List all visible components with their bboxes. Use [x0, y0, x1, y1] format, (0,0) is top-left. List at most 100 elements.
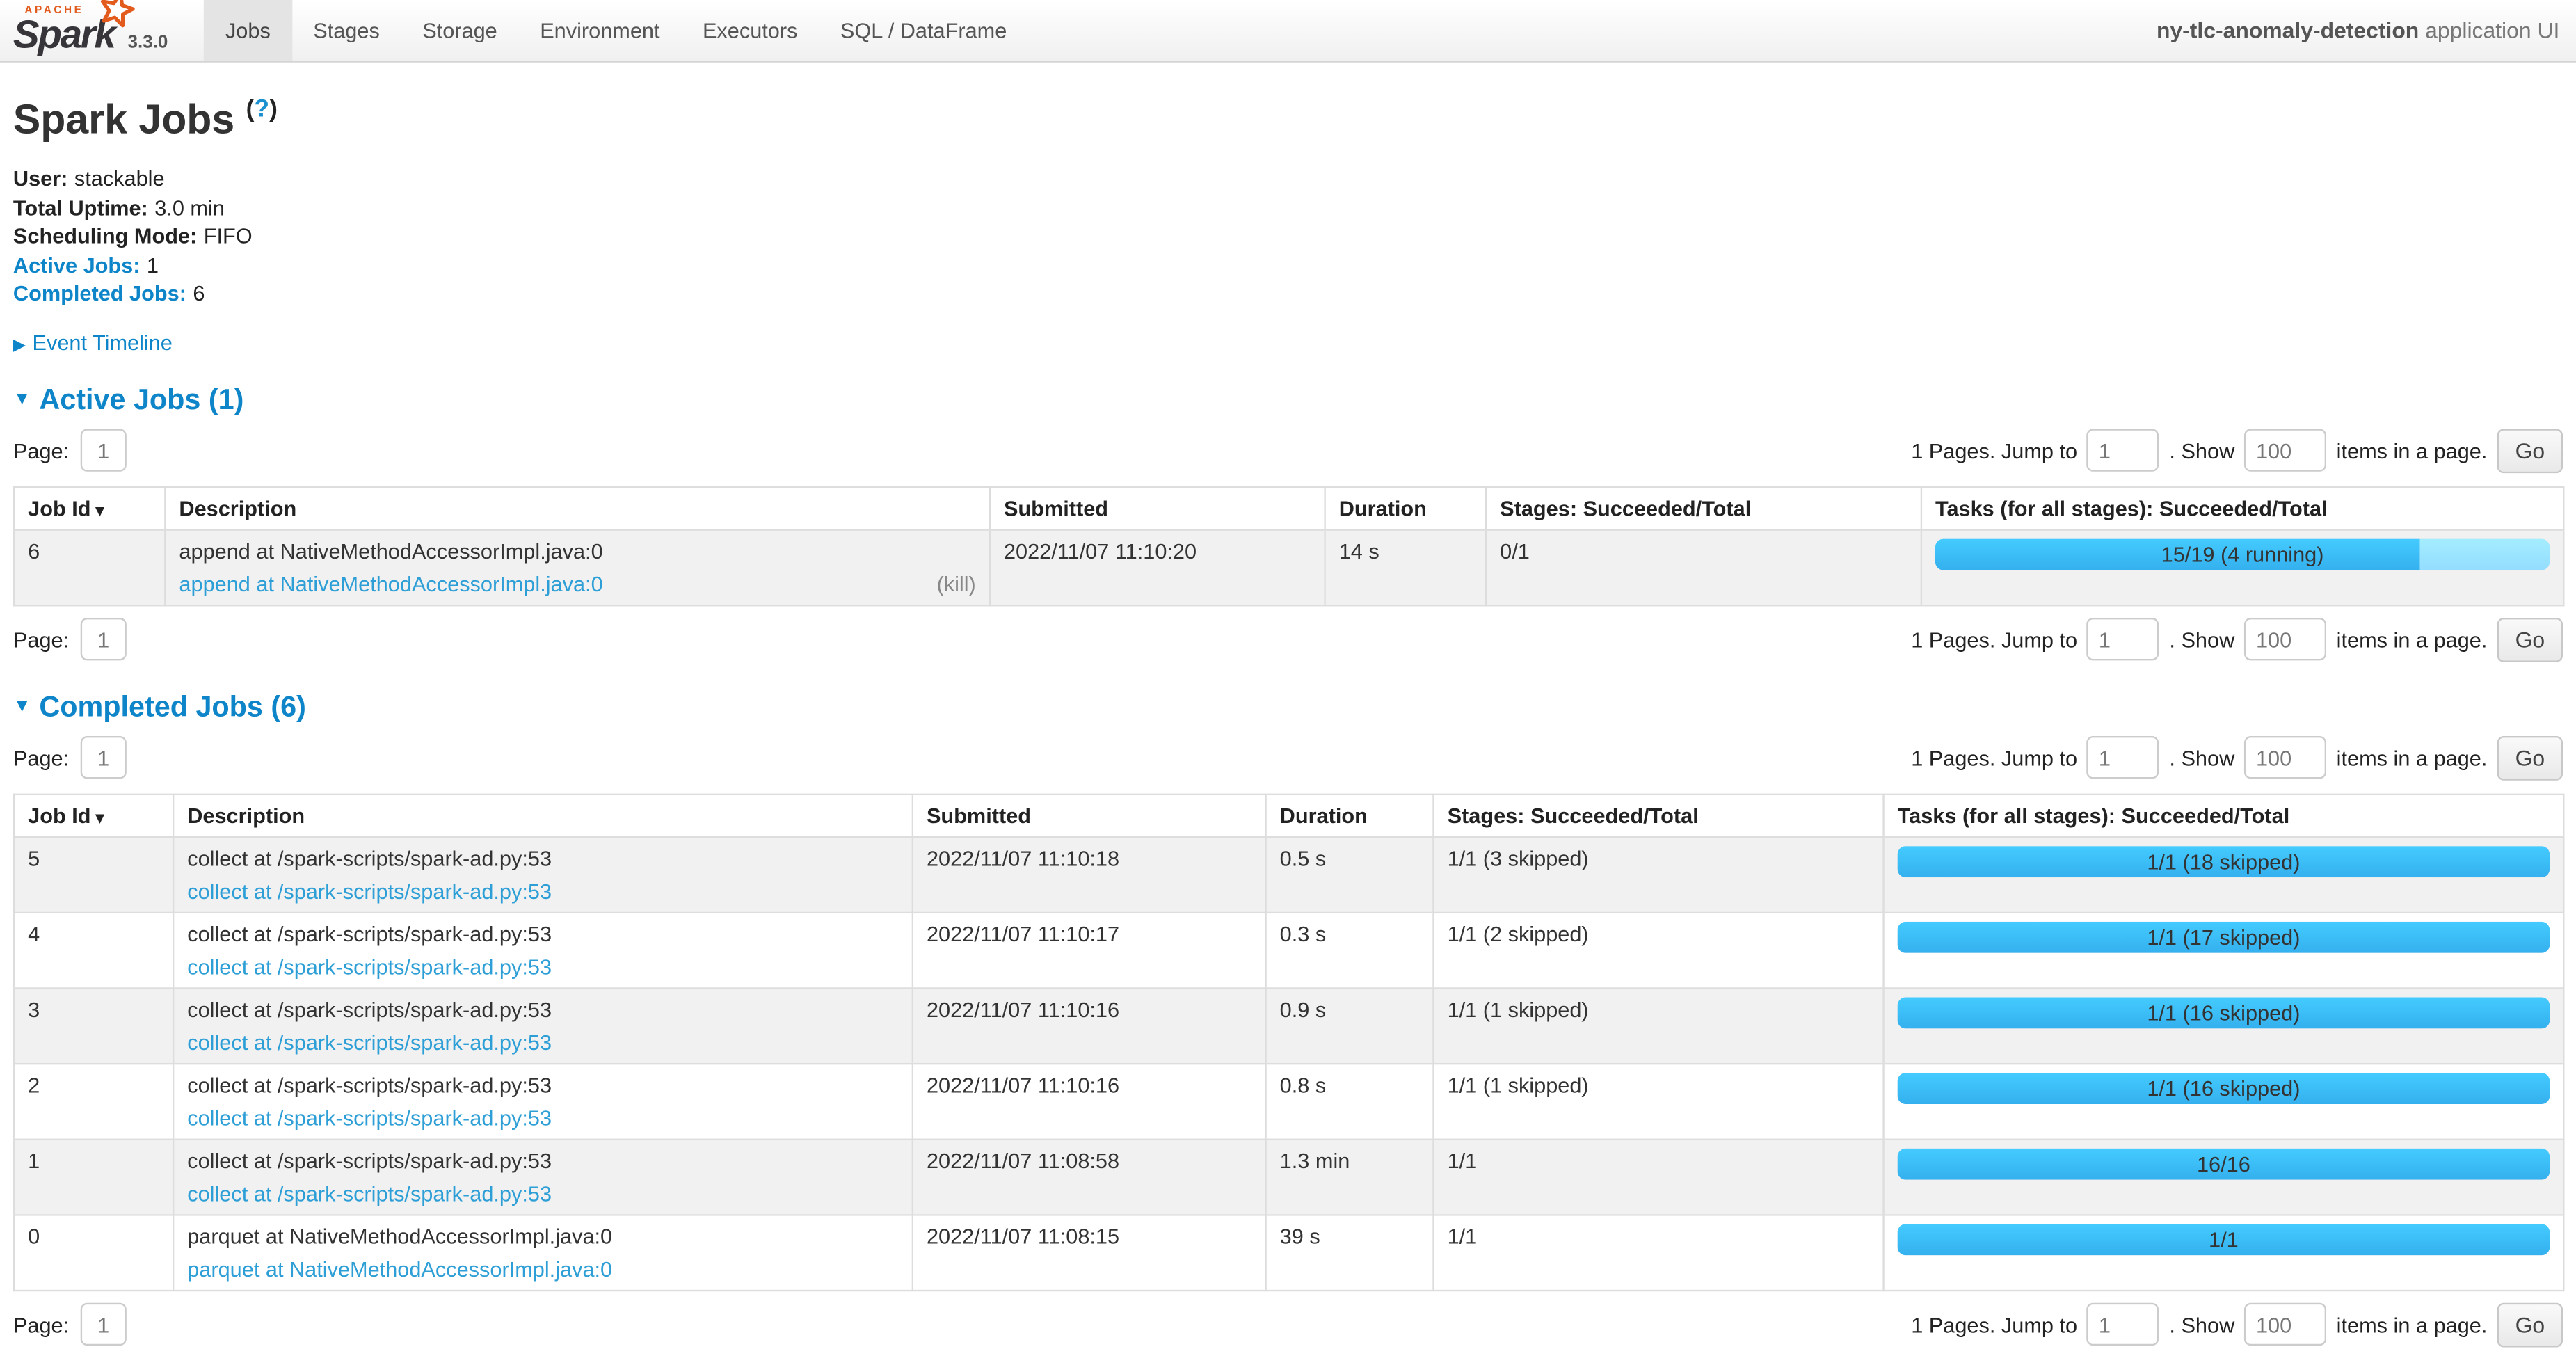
progress-label: 1/1 (16 skipped) [1898, 997, 2550, 1028]
collapsed-arrow-icon: ▶ [13, 337, 26, 355]
job-description-cell: collect at /spark-scripts/spark-ad.py:53… [173, 1140, 913, 1215]
nav-tab-jobs[interactable]: Jobs [204, 0, 291, 61]
page-label: Page: [13, 438, 69, 463]
header-submitted[interactable]: Submitted [990, 487, 1325, 529]
header-submitted[interactable]: Submitted [913, 795, 1266, 837]
items-in-page-text: items in a page. [2337, 628, 2488, 652]
go-button[interactable]: Go [2497, 429, 2563, 473]
progress-label: 1/1 [1898, 1224, 2550, 1255]
nav-tab-storage[interactable]: Storage [401, 0, 519, 61]
items-per-page-input[interactable] [2244, 429, 2326, 472]
completed-jobs-table: Job Id▾ Description Submitted Duration S… [13, 794, 2565, 1292]
show-text: . Show [2169, 628, 2234, 652]
pages-count-text: 1 Pages. Jump to [1911, 438, 2077, 463]
job-stages-cell: 1/1 (2 skipped) [1433, 913, 1883, 989]
job-submitted-cell: 2022/11/07 11:10:18 [913, 837, 1266, 913]
job-description-cell: collect at /spark-scripts/spark-ad.py:53… [173, 913, 913, 989]
go-button[interactable]: Go [2497, 618, 2563, 662]
job-detail-link[interactable]: collect at /spark-scripts/spark-ad.py:53 [187, 955, 552, 979]
summary-uptime: Total Uptime:3.0 min [13, 193, 2563, 223]
header-stages[interactable]: Stages: Succeeded/Total [1433, 795, 1883, 837]
job-duration-cell: 0.8 s [1266, 1064, 1434, 1140]
job-tasks-cell: 15/19 (4 running) [1921, 530, 2563, 606]
sort-desc-icon: ▾ [96, 503, 104, 521]
summary-user: User:stackable [13, 164, 2563, 193]
question-mark-icon[interactable]: ? [254, 95, 269, 123]
job-stages-cell: 1/1 [1433, 1140, 1883, 1215]
job-submitted-cell: 2022/11/07 11:10:16 [913, 988, 1266, 1064]
active-job-row: 6 append at NativeMethodAccessorImpl.jav… [14, 530, 2563, 606]
job-duration-cell: 1.3 min [1266, 1140, 1434, 1215]
job-stages-cell: 0/1 [1486, 530, 1921, 606]
expanded-arrow-icon: ▼ [13, 697, 31, 717]
job-id-cell: 6 [14, 530, 165, 606]
event-timeline-toggle[interactable]: ▶Event Timeline [13, 330, 2563, 355]
job-detail-link[interactable]: append at NativeMethodAccessorImpl.java:… [179, 572, 602, 596]
tasks-progress-bar: 1/1 [1898, 1224, 2550, 1255]
job-detail-link[interactable]: collect at /spark-scripts/spark-ad.py:53 [187, 1181, 552, 1206]
page-number-input[interactable] [81, 429, 127, 472]
go-button[interactable]: Go [2497, 1303, 2563, 1348]
completed-jobs-link[interactable]: Completed Jobs: [13, 282, 186, 306]
help-tooltip-link[interactable]: (?) [246, 95, 278, 123]
job-stages-cell: 1/1 [1433, 1215, 1883, 1291]
job-summary-list: User:stackable Total Uptime:3.0 min Sche… [13, 164, 2563, 309]
job-detail-link[interactable]: collect at /spark-scripts/spark-ad.py:53 [187, 1030, 552, 1055]
header-duration[interactable]: Duration [1325, 487, 1486, 529]
nav-tab-environment[interactable]: Environment [518, 0, 681, 61]
header-job-id[interactable]: Job Id▾ [14, 487, 165, 529]
header-stages[interactable]: Stages: Succeeded/Total [1486, 487, 1921, 529]
application-name: ny-tlc-anomaly-detection [2157, 18, 2419, 42]
job-submitted-cell: 2022/11/07 11:10:17 [913, 913, 1266, 989]
completed-jobs-header-row: Job Id▾ Description Submitted Duration S… [14, 795, 2563, 837]
header-description[interactable]: Description [173, 795, 913, 837]
header-description[interactable]: Description [165, 487, 990, 529]
job-tasks-cell: 16/16 [1884, 1140, 2564, 1215]
kill-job-link[interactable]: (kill) [937, 572, 976, 596]
jump-to-page-input[interactable] [2087, 737, 2159, 779]
job-duration-cell: 0.3 s [1266, 913, 1434, 989]
page-number-input[interactable] [81, 618, 127, 661]
progress-label: 1/1 (18 skipped) [1898, 846, 2550, 877]
job-detail-link[interactable]: collect at /spark-scripts/spark-ad.py:53 [187, 879, 552, 903]
nav-tab-stages[interactable]: Stages [292, 0, 401, 61]
top-navbar: APACHE Spark 3.3.0 Jobs Stages Storage E… [0, 0, 2576, 63]
job-detail-link[interactable]: collect at /spark-scripts/spark-ad.py:53 [187, 1105, 552, 1130]
go-button[interactable]: Go [2497, 736, 2563, 781]
jump-to-page-input[interactable] [2087, 1304, 2159, 1346]
header-tasks[interactable]: Tasks (for all stages): Succeeded/Total [1884, 795, 2564, 837]
page-label: Page: [13, 746, 69, 770]
job-duration-cell: 0.5 s [1266, 837, 1434, 913]
header-job-id[interactable]: Job Id▾ [14, 795, 173, 837]
jump-to-page-input[interactable] [2087, 618, 2159, 661]
job-detail-link[interactable]: parquet at NativeMethodAccessorImpl.java… [187, 1257, 612, 1282]
progress-label: 1/1 (17 skipped) [1898, 922, 2550, 953]
header-duration[interactable]: Duration [1266, 795, 1434, 837]
spark-logo: APACHE Spark 3.3.0 [0, 0, 184, 61]
pages-count-text: 1 Pages. Jump to [1911, 746, 2077, 770]
show-text: . Show [2169, 746, 2234, 770]
active-jobs-section-header[interactable]: ▼ Active Jobs (1) [13, 383, 2563, 417]
items-per-page-input[interactable] [2244, 1304, 2326, 1346]
sort-desc-icon: ▾ [96, 810, 104, 828]
job-tasks-cell: 1/1 (17 skipped) [1884, 913, 2564, 989]
page-number-input[interactable] [81, 1304, 127, 1346]
job-description-cell: parquet at NativeMethodAccessorImpl.java… [173, 1215, 913, 1291]
completed-jobs-section-header[interactable]: ▼ Completed Jobs (6) [13, 690, 2563, 725]
page-title: Spark Jobs (?) [13, 95, 2563, 145]
completed-jobs-pagination-bottom: Page: 1 Pages. Jump to . Show items in a… [13, 1303, 2563, 1348]
jump-to-page-input[interactable] [2087, 429, 2159, 472]
items-per-page-input[interactable] [2244, 618, 2326, 661]
nav-tab-executors[interactable]: Executors [681, 0, 819, 61]
tasks-progress-bar: 16/16 [1898, 1149, 2550, 1180]
job-id-cell: 4 [14, 913, 173, 989]
active-jobs-link[interactable]: Active Jobs: [13, 253, 141, 277]
active-jobs-pagination-top: Page: 1 Pages. Jump to . Show items in a… [13, 429, 2563, 473]
nav-tab-sql-dataframe[interactable]: SQL / DataFrame [819, 0, 1028, 61]
header-tasks[interactable]: Tasks (for all stages): Succeeded/Total [1921, 487, 2563, 529]
show-text: . Show [2169, 1313, 2234, 1337]
items-per-page-input[interactable] [2244, 737, 2326, 779]
items-in-page-text: items in a page. [2337, 438, 2488, 463]
page-number-input[interactable] [81, 737, 127, 779]
progress-label: 15/19 (4 running) [1935, 539, 2550, 570]
